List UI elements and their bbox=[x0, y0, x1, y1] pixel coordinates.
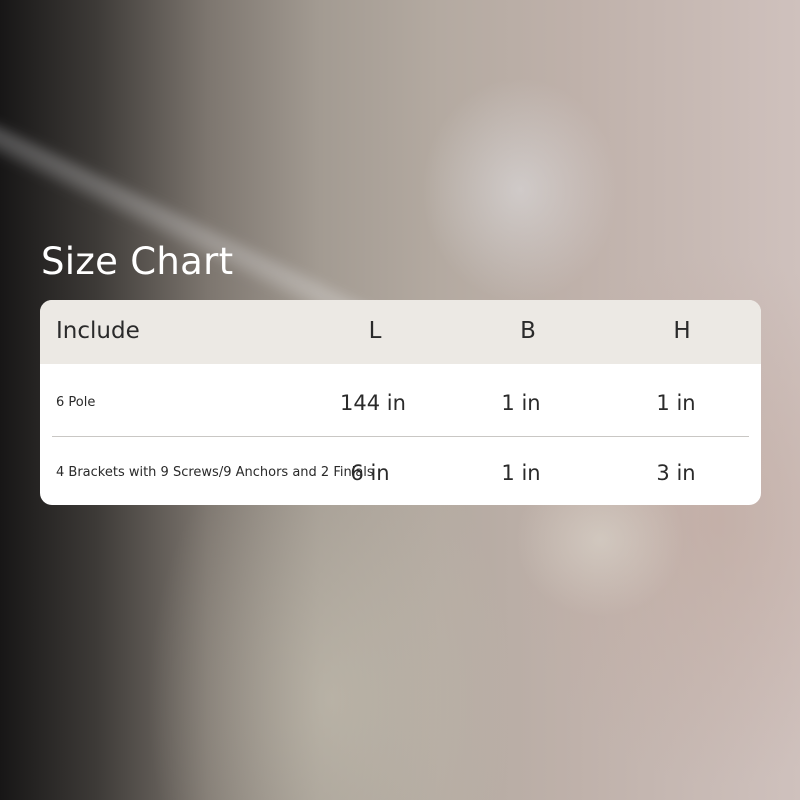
column-header-breadth: B bbox=[520, 318, 536, 344]
row-breadth-value: 1 in bbox=[501, 391, 541, 415]
size-chart-table: Include L B H 6 Pole 144 in 1 in 1 in 4 … bbox=[40, 300, 761, 505]
column-header-include: Include bbox=[56, 318, 140, 344]
row-length-value: 144 in bbox=[340, 391, 406, 415]
row-length-value: 6 in bbox=[350, 461, 390, 485]
row-breadth-value: 1 in bbox=[501, 461, 541, 485]
row-height-value: 1 in bbox=[656, 391, 696, 415]
page-title: Size Chart bbox=[41, 240, 234, 283]
row-divider bbox=[52, 436, 749, 437]
row-include-label: 6 Pole bbox=[56, 395, 96, 410]
row-include-label: 4 Brackets with 9 Screws/9 Anchors and 2… bbox=[56, 465, 374, 480]
column-header-height: H bbox=[673, 318, 691, 344]
table-header-row: Include L B H bbox=[40, 300, 761, 364]
row-height-value: 3 in bbox=[656, 461, 696, 485]
column-header-length: L bbox=[368, 318, 382, 344]
